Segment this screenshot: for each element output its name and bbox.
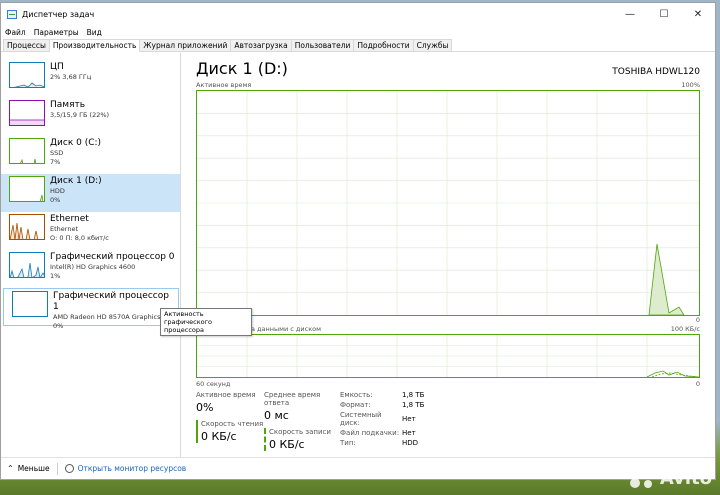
task-manager-window: Диспетчер задач — ☐ ✕ Файл Параметры Вид… xyxy=(0,2,716,480)
property-value: HDD xyxy=(402,438,419,447)
tab-users[interactable]: Пользователи xyxy=(290,39,355,51)
avito-watermark: Avito xyxy=(629,468,712,489)
sidebar-item-disk-1[interactable]: Диск 1 (D:) HDD 0% xyxy=(1,174,180,212)
menu-options[interactable]: Параметры xyxy=(34,28,79,37)
tab-app-history[interactable]: Журнал приложений xyxy=(139,39,232,51)
memory-mini-graph xyxy=(9,100,45,126)
response-time-label: Среднее время ответа xyxy=(264,391,321,407)
sidebar-item-usage: 1% xyxy=(50,272,61,280)
time-axis-label: 60 секунд xyxy=(196,380,231,388)
property-label: Емкость: xyxy=(340,391,373,400)
cpu-mini-graph xyxy=(9,62,45,88)
active-time-stat-label: Активное время xyxy=(196,391,256,399)
fewer-details-button[interactable]: ⌃ Меньше xyxy=(7,464,50,473)
gpu0-mini-graph xyxy=(9,252,45,278)
sidebar-item-gpu-0[interactable]: Графический процессор 0 Intel(R) HD Grap… xyxy=(1,250,180,288)
tab-details[interactable]: Подробности xyxy=(353,39,414,51)
sidebar-item-disk-0[interactable]: Диск 0 (C:) SSD 7% xyxy=(1,136,180,174)
sidebar-item-label: Диск 0 (C:) xyxy=(50,138,102,148)
sidebar-item-usage: 7% xyxy=(50,158,61,166)
write-speed-label: Скорость записи xyxy=(269,428,331,436)
active-time-graph-max: 100% xyxy=(681,81,700,89)
sidebar-item-memory[interactable]: Память 3,5/15,9 ГБ (22%) xyxy=(1,98,180,136)
gpu1-mini-graph xyxy=(12,291,48,317)
avito-watermark-text: Avito xyxy=(659,468,712,489)
tab-startup[interactable]: Автозагрузка xyxy=(230,39,292,51)
sidebar-item-detail: 2% 3,68 ГГц xyxy=(50,73,92,81)
property-value: Нет xyxy=(402,415,416,423)
sidebar-item-label: Диск 1 (D:) xyxy=(50,176,102,186)
menu-view[interactable]: Вид xyxy=(87,28,102,37)
sidebar-item-detail: Intel(R) HD Graphics 4600 xyxy=(50,263,136,271)
disk1-mini-graph xyxy=(9,176,45,202)
property-value: 1,8 ТБ xyxy=(402,401,425,410)
sidebar-item-label: Графический процессор 0 xyxy=(50,252,175,262)
window-title: Диспетчер задач xyxy=(22,9,95,19)
task-manager-icon xyxy=(7,9,17,19)
menu-file[interactable]: Файл xyxy=(5,28,26,37)
response-time-value: 0 мс xyxy=(264,409,289,422)
active-time-graph-label: Активное время xyxy=(196,81,252,89)
resource-monitor-icon xyxy=(64,464,74,473)
chevron-up-icon: ⌃ xyxy=(7,464,14,473)
open-resource-monitor-link[interactable]: Открыть монитор ресурсов xyxy=(64,464,187,473)
performance-detail-pane: Диск 1 (D:) TOSHIBA HDWL120 Активное вре… xyxy=(181,53,715,457)
transfer-rate-graph xyxy=(196,334,700,378)
tab-performance[interactable]: Производительность xyxy=(48,39,141,52)
tooltip: Активность графического процессора xyxy=(160,308,252,336)
sidebar-item-label: Ethernet xyxy=(50,214,89,224)
transfer-rate-graph-max: 100 КБ/с xyxy=(670,325,700,333)
menu-bar: Файл Параметры Вид xyxy=(1,25,715,39)
sidebar-item-detail: AMD Radeon HD 8570A Graphics xyxy=(53,313,161,321)
minimize-button[interactable]: — xyxy=(613,3,647,25)
title-bar: Диспетчер задач — ☐ ✕ xyxy=(1,3,715,25)
property-label: Тип: xyxy=(340,438,356,447)
disk0-mini-graph xyxy=(9,138,45,164)
property-label: Системный диск: xyxy=(340,411,382,427)
tab-processes[interactable]: Процессы xyxy=(3,39,50,51)
property-value: 1,8 ТБ xyxy=(402,391,425,400)
active-time-stat-value: 0% xyxy=(196,401,214,414)
sidebar-item-cpu[interactable]: ЦП 2% 3,68 ГГц xyxy=(1,60,180,98)
sidebar-item-label: Память xyxy=(50,100,86,110)
sidebar-item-usage: О: 0 П: 8,0 кбит/с xyxy=(50,234,109,242)
read-speed-value: 0 КБ/с xyxy=(201,430,237,443)
property-label: Формат: xyxy=(340,401,371,410)
sidebar-item-usage: 0% xyxy=(53,322,64,330)
avito-logo-icon xyxy=(629,470,656,488)
fewer-details-label: Меньше xyxy=(17,464,50,473)
sidebar-item-label: Графический процессор 1 xyxy=(53,291,169,312)
resource-sidebar: ЦП 2% 3,68 ГГц Память 3,5/15,9 ГБ (22%) xyxy=(1,53,181,457)
tab-bar: Процессы Производительность Журнал прило… xyxy=(1,39,715,52)
sidebar-item-detail: 3,5/15,9 ГБ (22%) xyxy=(50,111,110,119)
read-speed-label: Скорость чтения xyxy=(201,420,264,428)
tab-services[interactable]: Службы xyxy=(412,39,453,51)
divider xyxy=(56,462,58,475)
sidebar-item-detail: Ethernet xyxy=(50,225,78,233)
footer-bar: ⌃ Меньше Открыть монитор ресурсов xyxy=(1,457,715,479)
ethernet-mini-graph xyxy=(9,214,45,240)
sidebar-item-ethernet[interactable]: Ethernet Ethernet О: 0 П: 8,0 кбит/с xyxy=(1,212,180,250)
close-button[interactable]: ✕ xyxy=(681,3,715,25)
disk-properties: Емкость: 1,8 ТБ Формат: 1,8 ТБ Системный д… xyxy=(340,391,424,451)
sidebar-item-gpu-1[interactable]: Графический процессор 1 AMD Radeon HD 85… xyxy=(3,288,179,330)
write-speed-value: 0 КБ/с xyxy=(269,438,305,451)
transfer-rate-graph-min: 0 xyxy=(695,380,700,388)
active-time-graph-min: 0 xyxy=(695,316,700,324)
property-label: Файл подкачки: xyxy=(340,428,400,437)
page-title: Диск 1 (D:) xyxy=(196,59,288,78)
property-value: Нет xyxy=(402,428,416,437)
active-time-graph xyxy=(196,90,700,316)
disk-model: TOSHIBA HDWL120 xyxy=(612,67,700,77)
sidebar-item-detail: HDD xyxy=(50,187,65,195)
sidebar-item-usage: 0% xyxy=(50,196,61,204)
open-resource-monitor-label: Открыть монитор ресурсов xyxy=(77,464,187,473)
maximize-button[interactable]: ☐ xyxy=(647,3,681,25)
sidebar-item-label: ЦП xyxy=(50,62,64,72)
sidebar-item-detail: SSD xyxy=(50,149,64,157)
